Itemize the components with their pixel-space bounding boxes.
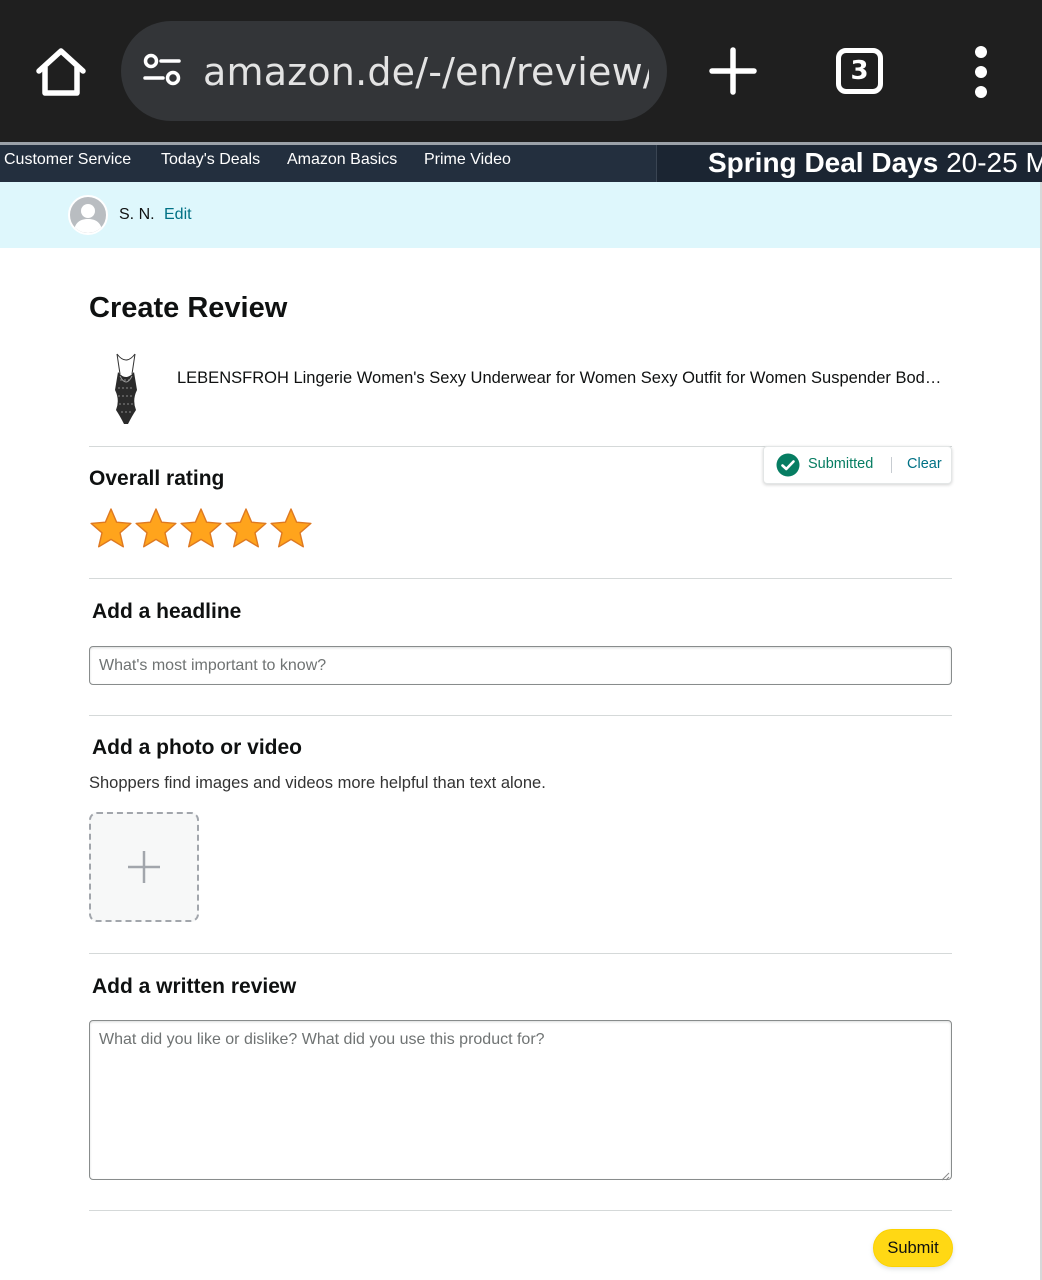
- add-media-button[interactable]: [89, 812, 199, 922]
- plus-icon[interactable]: [708, 46, 758, 96]
- url-text[interactable]: amazon.de/-/en/review/r: [203, 51, 649, 93]
- more-vert-icon[interactable]: [966, 46, 996, 98]
- nav-link-todays-deals[interactable]: Today's Deals: [161, 150, 260, 170]
- written-review-textarea[interactable]: [89, 1020, 952, 1180]
- photo-video-heading: Add a photo or video: [92, 736, 302, 759]
- avatar: [68, 195, 108, 235]
- page-title: Create Review: [89, 292, 288, 324]
- star-icon-1[interactable]: [89, 507, 133, 551]
- section-divider: [89, 578, 952, 579]
- address-bar[interactable]: amazon.de/-/en/review/r: [121, 21, 667, 121]
- check-circle-icon: [776, 453, 800, 477]
- product-image: [106, 352, 146, 428]
- section-divider: [89, 715, 952, 716]
- promo-title: Spring Deal Days: [708, 147, 939, 178]
- promo-text: Spring Deal Days 20-25 M: [708, 147, 1042, 179]
- browser-toolbar: amazon.de/-/en/review/r 3: [0, 0, 1042, 142]
- amazon-nav-bar: Customer Service Today's Deals Amazon Ba…: [0, 142, 1042, 182]
- profile-name: S. N.: [119, 206, 155, 223]
- tab-switcher-icon[interactable]: 3: [836, 48, 883, 94]
- headline-heading: Add a headline: [92, 600, 242, 623]
- edit-profile-link[interactable]: Edit: [164, 206, 192, 224]
- written-review-heading: Add a written review: [92, 975, 297, 998]
- add-icon: [126, 849, 162, 885]
- nav-link-customer-service[interactable]: Customer Service: [4, 150, 131, 170]
- resize-handle-icon[interactable]: [940, 1168, 950, 1181]
- home-icon[interactable]: [34, 46, 88, 98]
- star-rating[interactable]: [89, 507, 317, 551]
- section-divider: [89, 953, 952, 954]
- product-title[interactable]: LEBENSFROH Lingerie Women's Sexy Underwe…: [177, 368, 942, 388]
- star-icon-2[interactable]: [134, 507, 178, 551]
- nav-link-prime-video[interactable]: Prime Video: [424, 150, 511, 170]
- nav-link-amazon-basics[interactable]: Amazon Basics: [287, 150, 397, 170]
- headline-input[interactable]: [89, 646, 952, 685]
- submit-button[interactable]: Submit: [873, 1229, 953, 1267]
- profile-strip: S. N. Edit: [0, 182, 1042, 248]
- star-icon-5[interactable]: [269, 507, 313, 551]
- star-icon-3[interactable]: [179, 507, 223, 551]
- photo-video-helper: Shoppers find images and videos more hel…: [89, 774, 546, 792]
- clear-rating-link[interactable]: Clear: [907, 456, 942, 472]
- submitted-status: Submitted: [808, 456, 874, 472]
- promo-banner[interactable]: Spring Deal Days 20-25 M: [656, 145, 1042, 182]
- rating-status-pill: Submitted Clear: [763, 446, 952, 484]
- star-icon-4[interactable]: [224, 507, 268, 551]
- overall-rating-heading: Overall rating: [89, 467, 225, 490]
- site-settings-icon[interactable]: [143, 53, 181, 87]
- pill-separator: [891, 457, 892, 473]
- promo-dates: 20-25 M: [938, 147, 1042, 178]
- section-divider: [89, 1210, 952, 1211]
